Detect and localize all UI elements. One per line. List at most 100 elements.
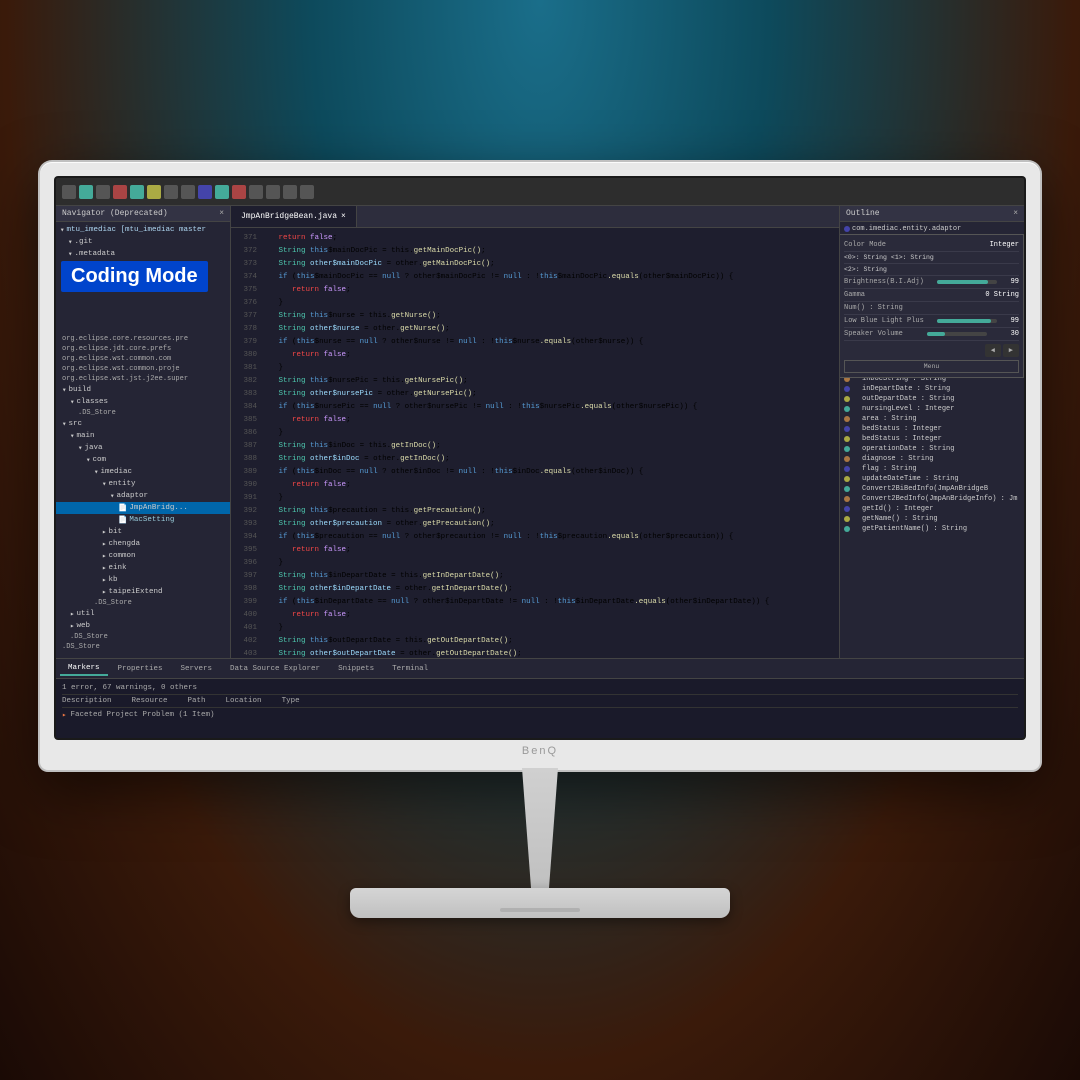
settings-speaker-row: Speaker Volume 30 xyxy=(844,328,1019,341)
editor-tab-active[interactable]: JmpAnBridgeBean.java × xyxy=(231,206,357,227)
file-item-org5[interactable]: org.eclipse.wst.jst.j2ee.super xyxy=(56,374,230,384)
bottom-column-header: Location xyxy=(226,697,262,705)
code-editor[interactable]: JmpAnBridgeBean.java × 37137237337437537… xyxy=(231,206,839,658)
editor-tab-close-icon[interactable]: × xyxy=(341,212,346,221)
toolbar-icon-13 xyxy=(266,185,280,199)
file-item-chengda[interactable]: ▸ chengda xyxy=(56,538,230,550)
file-item-common[interactable]: ▸ common xyxy=(56,550,230,562)
coding-mode-badge: Coding Mode xyxy=(61,261,208,292)
file-item-util[interactable]: ▸ util xyxy=(56,608,230,620)
monitor-stand-neck xyxy=(510,768,570,888)
file-item-imediac[interactable]: ▾ imediac xyxy=(56,466,230,478)
file-item-com[interactable]: ▾ com xyxy=(56,454,230,466)
file-item-adaptor[interactable]: ▾ adaptor xyxy=(56,490,230,502)
file-item-git[interactable]: ▾ .git xyxy=(56,236,230,248)
file-item-entity[interactable]: ▾ entity xyxy=(56,478,230,490)
file-item-build[interactable]: ▾ build xyxy=(56,384,230,396)
settings-lowblue-slider[interactable] xyxy=(937,319,997,323)
file-item-java[interactable]: ▾ java xyxy=(56,442,230,454)
line-numbers: 3713723733743753763773783793803813823833… xyxy=(231,228,259,658)
monitor-brand: BenQ xyxy=(522,745,558,757)
settings-low-blue-label: Low Blue Light Plus xyxy=(844,317,924,325)
file-item-src[interactable]: ▾ src xyxy=(56,418,230,430)
bottom-column-header: Path xyxy=(188,697,206,705)
ide-toolbar xyxy=(56,178,1024,206)
toolbar-icon-4 xyxy=(113,185,127,199)
bottom-error-row: ▸ Faceted Project Problem (1 Item) xyxy=(62,708,1018,722)
settings-low-blue-row: Low Blue Light Plus 99 xyxy=(844,315,1019,328)
file-item-macsetting[interactable]: 📄 MacSetting xyxy=(56,514,230,526)
bottom-tab[interactable]: Servers xyxy=(173,663,221,675)
file-item-ds3[interactable]: .DS_Store xyxy=(56,632,230,642)
file-icon: ▾ xyxy=(60,225,65,235)
bottom-tab[interactable]: Markers xyxy=(60,662,108,676)
outline-item: area : String xyxy=(842,414,1022,424)
settings-speaker-slider[interactable] xyxy=(927,332,987,336)
bottom-tab[interactable]: Data Source Explorer xyxy=(222,663,328,675)
error-icon: ▸ xyxy=(62,710,67,720)
settings-nav: ◀ ▶ xyxy=(844,341,1019,360)
toolbar-icon-3 xyxy=(96,185,110,199)
navigator-header: Navigator (Deprecated) × xyxy=(56,206,230,222)
outline-item: diagnose : String xyxy=(842,454,1022,464)
toolbar-icon-1 xyxy=(62,185,76,199)
outline-item: getId() : Integer xyxy=(842,504,1022,514)
outline-item: operationDate : String xyxy=(842,444,1022,454)
settings-menu-btn[interactable]: Menu xyxy=(844,360,1019,373)
toolbar-icon-6 xyxy=(147,185,161,199)
file-item-ds4[interactable]: .DS_Store xyxy=(56,642,230,652)
navigator-close-icon[interactable]: × xyxy=(219,209,224,218)
outline-dot xyxy=(844,466,850,472)
settings-brightness-slider[interactable] xyxy=(937,280,997,284)
file-item-org2[interactable]: org.eclipse.jdt.core.prefs xyxy=(56,344,230,354)
file-item-main[interactable]: ▾ main xyxy=(56,430,230,442)
bottom-error-text: Faceted Project Problem (1 Item) xyxy=(71,711,215,719)
bottom-column-header: Resource xyxy=(132,697,168,705)
outline-item: outDepartDate : String xyxy=(842,394,1022,404)
file-item-eink[interactable]: ▸ eink xyxy=(56,562,230,574)
file-item-ds[interactable]: .DS_Store xyxy=(56,408,230,418)
bottom-columns-row: DescriptionResourcePathLocationType xyxy=(62,695,1018,708)
file-item-classes[interactable]: ▾ classes xyxy=(56,396,230,408)
bottom-tab[interactable]: Terminal xyxy=(384,663,436,675)
file-item-kb[interactable]: ▸ kb xyxy=(56,574,230,586)
file-item-org3[interactable]: org.eclipse.wst.common.com xyxy=(56,354,230,364)
toolbar-icon-2 xyxy=(79,185,93,199)
file-item-org1[interactable]: org.eclipse.core.resources.pre xyxy=(56,334,230,344)
bottom-tab[interactable]: Snippets xyxy=(330,663,382,675)
editor-tab-label: JmpAnBridgeBean.java xyxy=(241,212,337,221)
code-content: return false; String this$mainDocPic = t… xyxy=(259,228,839,658)
toolbar-icon-12 xyxy=(249,185,263,199)
file-item-web[interactable]: ▸ web xyxy=(56,620,230,632)
file-item-bit[interactable]: ▸ bit xyxy=(56,526,230,538)
settings-contrast-label: Gamma xyxy=(844,291,865,299)
settings-brightness-row: Brightness(B.I.Adj) 99 xyxy=(844,276,1019,289)
outline-dot xyxy=(844,486,850,492)
bottom-tab[interactable]: Properties xyxy=(110,663,171,675)
monitor-screen: Navigator (Deprecated) × Coding Mode ▾ xyxy=(56,178,1024,738)
settings-nav-prev[interactable]: ◀ xyxy=(985,344,1001,357)
outline-close-icon[interactable]: × xyxy=(1013,209,1018,218)
settings-contrast-row: Gamma 0 String xyxy=(844,289,1019,302)
file-item-taipei[interactable]: ▸ taipeiExtend xyxy=(56,586,230,598)
settings-speaker-label: Speaker Volume xyxy=(844,330,903,338)
settings-nav-next[interactable]: ▶ xyxy=(1003,344,1019,357)
file-item[interactable]: ▾ mtu_imediac [mtu_imediac master xyxy=(56,224,230,236)
outline-dot xyxy=(844,446,850,452)
file-item-jmp[interactable]: 📄 JmpAnBridg... xyxy=(56,502,230,514)
bottom-status-text: 1 error, 67 warnings, 0 others xyxy=(62,684,197,692)
settings-data-row: <0>: String <1>: String xyxy=(844,252,1019,264)
outline-dot xyxy=(844,406,850,412)
file-item-meta[interactable]: ▾ .metadata xyxy=(56,248,230,260)
file-item-org4[interactable]: org.eclipse.wst.common.proje xyxy=(56,364,230,374)
outline-dot xyxy=(844,426,850,432)
outline-item: nursingLevel : Integer xyxy=(842,404,1022,414)
outline-panel: Outline × com.imediac.entity.adaptorJmpA… xyxy=(839,206,1024,658)
settings-brightness-fill xyxy=(937,280,988,284)
outline-dot xyxy=(844,516,850,522)
outline-dot xyxy=(844,496,850,502)
folder-icon: ▾ xyxy=(68,249,73,259)
settings-string-row: <2>: String xyxy=(844,264,1019,276)
settings-contrast-value: 0 String xyxy=(985,291,1019,299)
file-item-ds2[interactable]: .DS_Store xyxy=(56,598,230,608)
